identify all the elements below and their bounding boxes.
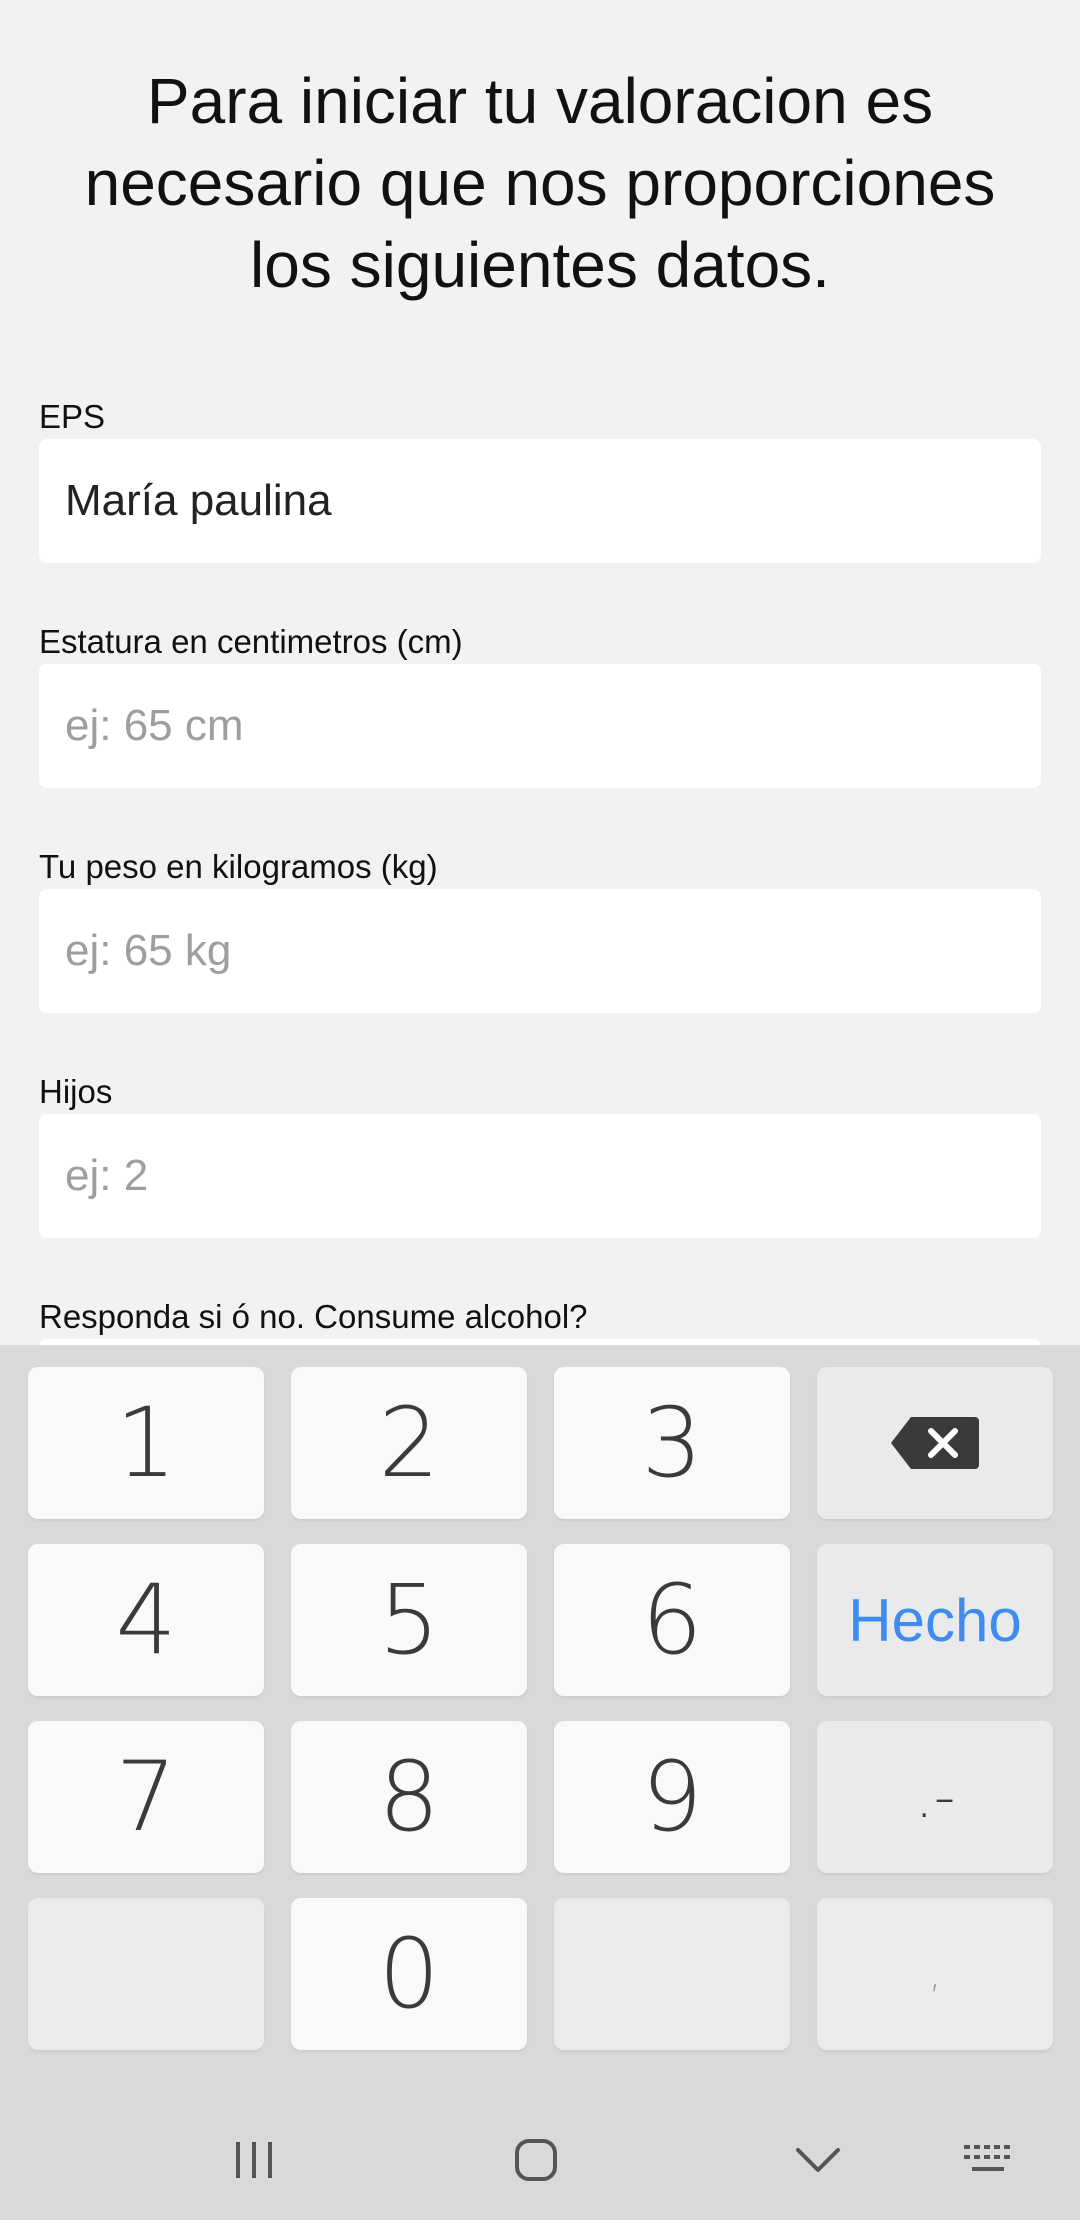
blank-key-left [28,1898,264,2050]
alcohol-label: Responda si ó no. Consume alcohol? [39,1298,588,1335]
eps-label: EPS [39,398,106,435]
recent-apps-button[interactable] [214,2130,294,2190]
blank-key-right [554,1898,790,2050]
recent-apps-icon [236,2142,272,2178]
key-8[interactable]: 8 [291,1721,527,1873]
children-field[interactable] [39,1114,1041,1238]
height-label: Estatura en centimetros (cm) [39,623,463,660]
home-icon [515,2139,557,2181]
comma-key[interactable]: , [817,1898,1053,2050]
keyboard-switch-button[interactable] [948,2130,1028,2190]
key-5[interactable]: 5 [291,1544,527,1696]
key-1[interactable]: 1 [28,1367,264,1519]
weight-label: Tu peso en kilogramos (kg) [39,848,438,885]
backspace-icon [891,1417,979,1469]
key-3[interactable]: 3 [554,1367,790,1519]
key-0[interactable]: 0 [291,1898,527,2050]
keyboard-switch-icon [964,2145,1010,2171]
key-4[interactable]: 4 [28,1544,264,1696]
done-key[interactable]: Hecho [817,1544,1053,1696]
hide-keyboard-icon [796,2148,840,2172]
children-label: Hijos [39,1073,113,1110]
numeric-keyboard: 1 2 3 4 5 6 Hecho 7 8 9 .- 0 , [0,1345,1080,2220]
backspace-key[interactable] [817,1367,1053,1519]
key-7[interactable]: 7 [28,1721,264,1873]
system-navbar [0,2100,1080,2220]
dot-dash-key[interactable]: .- [817,1721,1053,1873]
weight-field[interactable] [39,889,1041,1013]
eps-field[interactable] [39,439,1041,563]
key-9[interactable]: 9 [554,1721,790,1873]
key-2[interactable]: 2 [291,1367,527,1519]
hide-keyboard-button[interactable] [778,2130,858,2190]
height-field[interactable] [39,664,1041,788]
form-area: Para iniciar tu valoracion es necesario … [0,0,1080,1345]
key-6[interactable]: 6 [554,1544,790,1696]
home-button[interactable] [496,2130,576,2190]
page-title: Para iniciar tu valoracion es necesario … [84,65,996,301]
